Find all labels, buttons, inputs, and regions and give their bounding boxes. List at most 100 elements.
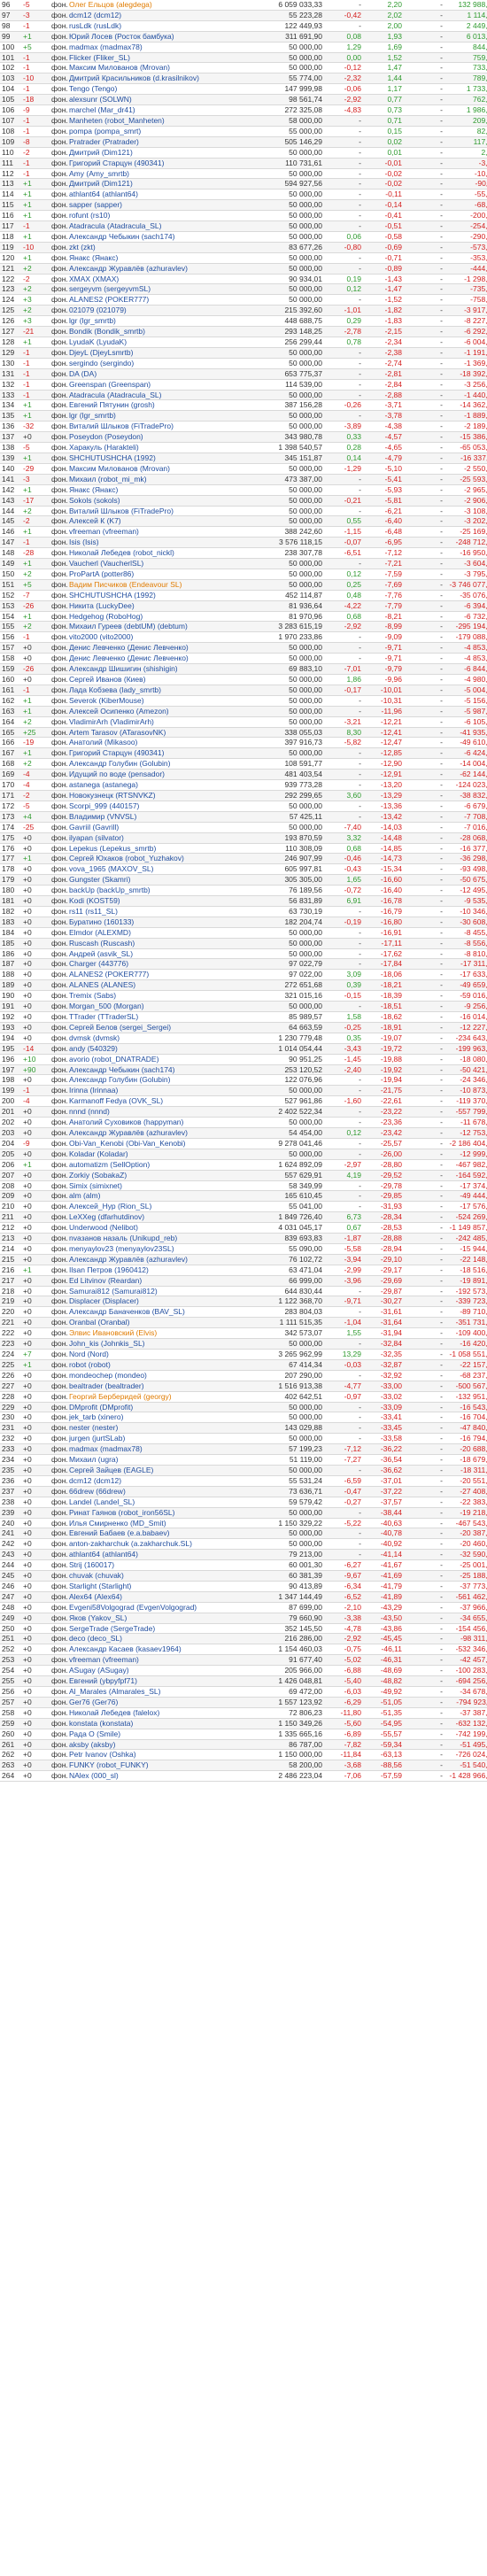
participant-name-link[interactable]: Янакс (Янакс)	[67, 484, 257, 496]
participant-name-link[interactable]: Александр Журавлёв (azhuravlev)	[67, 1254, 257, 1265]
participant-name-link[interactable]: Scorpi_999 (440157)	[67, 801, 257, 812]
participant-name-link[interactable]: Ilsan Петров (1960412)	[67, 1265, 257, 1276]
participant-name-link[interactable]: nester (nester)	[67, 1422, 257, 1435]
participant-name-link[interactable]: LeXXeg (dfarhutdinov)	[67, 1211, 257, 1224]
participant-name-link[interactable]: vito2000 (vito2000)	[67, 631, 257, 644]
participant-name-link[interactable]: Ed Litvinov (Reardan)	[67, 1275, 257, 1287]
participant-name-link[interactable]: Vaucherl (VaucherlSL)	[67, 558, 257, 569]
participant-name-link[interactable]: lgr (lgr_smrtb)	[67, 315, 257, 328]
participant-name-link[interactable]: avorio (robot_DNATRADE)	[67, 1054, 257, 1065]
participant-name-link[interactable]: vova_1965 (MAXOV_SL)	[67, 863, 257, 876]
participant-name-link[interactable]: Александр Баначенков (BAV_SL)	[67, 1306, 257, 1319]
participant-name-link[interactable]: zkt (zkt)	[67, 242, 257, 253]
participant-name-link[interactable]: VladimirArh (VladimirArh)	[67, 716, 257, 728]
participant-name-link[interactable]: Poseydon (Poseydon)	[67, 431, 257, 444]
participant-name-link[interactable]: Денис Левченко (Денис Левченко)	[67, 642, 257, 654]
participant-name-link[interactable]: Displacer (Displacer)	[67, 1296, 257, 1308]
participant-name-link[interactable]: Элвис Ивановский (Elvis)	[67, 1327, 257, 1340]
participant-name-link[interactable]: Hedgehog (RoboHog)	[67, 611, 257, 623]
participant-name-link[interactable]: Greenspan (Greenspan)	[67, 379, 257, 391]
participant-name-link[interactable]: Simix (simixnet)	[67, 1180, 257, 1192]
participant-name-link[interactable]: dcm12 (dcm12)	[67, 1475, 257, 1487]
participant-name-link[interactable]: dvmsk (dvmsk)	[67, 1033, 257, 1044]
participant-name-link[interactable]: Evgeni58Volgograd (EvgenVolgograd)	[67, 1602, 257, 1613]
participant-name-link[interactable]: Григорий Старцун (490341)	[67, 747, 257, 760]
participant-name-link[interactable]: Янакс (Янакс)	[67, 252, 257, 264]
participant-name-link[interactable]: Artem Tarasov (ATarasovNK)	[67, 727, 257, 739]
participant-name-link[interactable]: XMAX (XMAX)	[67, 274, 257, 285]
participant-name-link[interactable]: Bondik (Bondik_smrtb)	[67, 326, 257, 337]
participant-name-link[interactable]: sergeyvm (sergeyvmSL)	[67, 283, 257, 296]
participant-name-link[interactable]: Obi-Van_Kenobi (Obi-Van_Kenobi)	[67, 1138, 257, 1149]
participant-name-link[interactable]: Евгений Пятунин (grosh)	[67, 399, 257, 412]
participant-name-link[interactable]: ALANES (ALANES)	[67, 979, 257, 992]
participant-name-link[interactable]: Александр Голубин (Golubin)	[67, 1074, 257, 1087]
participant-name-link[interactable]: Сергей Юхаков (robot_Yuzhakov)	[67, 853, 257, 865]
participant-name-link[interactable]: Евгений Бабаев (e.a.babaev)	[67, 1528, 257, 1540]
participant-name-link[interactable]: Сергей Зайцев (EAGLE)	[67, 1465, 257, 1476]
participant-name-link[interactable]: Виталий Шлыков (FiTradePro)	[67, 506, 257, 517]
participant-name-link[interactable]: aksby (aksby)	[67, 1739, 257, 1751]
participant-name-link[interactable]: Андрей (asvik_SL)	[67, 948, 257, 960]
participant-name-link[interactable]: Олег Ельцов (alegdega)	[67, 0, 257, 11]
participant-name-link[interactable]: Алексей К (K7)	[67, 515, 257, 528]
participant-name-link[interactable]: Landel (Landel_SL)	[67, 1497, 257, 1508]
participant-name-link[interactable]: Kodi (KOST59)	[67, 895, 257, 907]
participant-name-link[interactable]: Яков (Yakov_SL)	[67, 1613, 257, 1624]
participant-name-link[interactable]: Алексей Осипенко (Amezon)	[67, 706, 257, 717]
participant-name-link[interactable]: Идущий по воде (pensador)	[67, 769, 257, 781]
participant-name-link[interactable]: Максим Милованов (Mrovan)	[67, 463, 257, 475]
participant-name-link[interactable]: Nord (Nord)	[67, 1349, 257, 1360]
participant-name-link[interactable]: Дмитрий Красильников (d.krasilnikov)	[67, 73, 257, 85]
participant-name-link[interactable]: Илья Смирненко (MD_Smit)	[67, 1518, 257, 1529]
participant-name-link[interactable]: Isis (Isis)	[67, 537, 257, 549]
participant-name-link[interactable]: DjeyL (DjeyLsmrtb)	[67, 347, 257, 359]
participant-name-link[interactable]: anton-zakharchuk (a.zakharchuk.SL)	[67, 1538, 257, 1551]
participant-name-link[interactable]: Charger (443776)	[67, 958, 257, 971]
participant-name-link[interactable]: dcm12 (dcm12)	[67, 10, 257, 21]
participant-name-link[interactable]: Григорий Старцун (490341)	[67, 158, 257, 169]
participant-name-link[interactable]: Анатолий (Mikasoo)	[67, 737, 257, 749]
participant-name-link[interactable]: vfreeman (vfreeman)	[67, 526, 257, 538]
participant-name-link[interactable]: Александр Касаев (kasaev1964)	[67, 1644, 257, 1656]
participant-name-link[interactable]: Михаил (ugra)	[67, 1454, 257, 1466]
participant-name-link[interactable]: Oranbal (Oranbal)	[67, 1317, 257, 1329]
participant-name-link[interactable]: jurgen (jurtSLab)	[67, 1433, 257, 1445]
participant-name-link[interactable]: sapper (sapper)	[67, 199, 257, 212]
participant-name-link[interactable]: Zorkiy (SobakaZ)	[67, 1170, 257, 1181]
participant-name-link[interactable]: LyudaK (LyudaK)	[67, 337, 257, 348]
participant-name-link[interactable]: bealtrader (bealtrader)	[67, 1381, 257, 1392]
participant-name-link[interactable]: Lepekus (Lepekus_smrtb)	[67, 843, 257, 855]
participant-name-link[interactable]: vfreeman (vfreeman)	[67, 1654, 257, 1667]
participant-name-link[interactable]: Александр Голубин (Golubin)	[67, 758, 257, 770]
participant-name-link[interactable]: Karmanoff Fedya (OVK_SL)	[67, 1095, 257, 1108]
participant-name-link[interactable]: Денис Левченко (Денис Левченко)	[67, 653, 257, 665]
participant-name-link[interactable]: John_kis (Johnkis_SL)	[67, 1338, 257, 1350]
participant-name-link[interactable]: Atadracula (Atadracula_SL)	[67, 220, 257, 232]
participant-name-link[interactable]: marchel (Mar_dr41)	[67, 104, 257, 116]
participant-name-link[interactable]: Юрий Лосев (Росток бамбука)	[67, 31, 257, 43]
participant-name-link[interactable]: Flicker (Fliker_SL)	[67, 52, 257, 64]
participant-name-link[interactable]: deco (deco_SL)	[67, 1633, 257, 1645]
participant-name-link[interactable]: Никита (LuckyDee)	[67, 600, 257, 612]
participant-name-link[interactable]: Дмитрий (Dim121)	[67, 178, 257, 190]
participant-name-link[interactable]: Вадим Писчиков (Endeavour SL)	[67, 579, 257, 591]
participant-name-link[interactable]: Александр Чебыкин (sach174)	[67, 1064, 257, 1076]
participant-name-link[interactable]: Николай Лебедев (robot_nickl)	[67, 547, 257, 560]
participant-name-link[interactable]: Евгений (ybpyfpf71)	[67, 1675, 257, 1687]
participant-name-link[interactable]: Sokols (sokols)	[67, 495, 257, 507]
participant-name-link[interactable]: Manheten (robot_Manheten)	[67, 115, 257, 127]
participant-name-link[interactable]: madmax (madmax78)	[67, 1443, 257, 1456]
participant-name-link[interactable]: Лада Кобзева (lady_smrtb)	[67, 685, 257, 696]
participant-name-link[interactable]: Новокузнецк (RTSNVKZ)	[67, 790, 257, 801]
participant-name-link[interactable]: Al_Marales (Almarales_SL)	[67, 1686, 257, 1698]
participant-name-link[interactable]: Алексей_Нур (Rion_SL)	[67, 1201, 257, 1213]
participant-name-link[interactable]: Ruscash (Ruscash)	[67, 938, 257, 949]
participant-name-link[interactable]: Samurai812 (Samurai812)	[67, 1286, 257, 1297]
participant-name-link[interactable]: alm (alm)	[67, 1190, 257, 1203]
participant-name-link[interactable]: ALANES2 (POKER777)	[67, 969, 257, 981]
participant-name-link[interactable]: Дмитрий (Dim121)	[67, 147, 257, 159]
participant-name-link[interactable]: Александр Журавлёв (azhuravlev)	[67, 263, 257, 275]
participant-name-link[interactable]: Gungster (Skamri)	[67, 874, 257, 886]
participant-name-link[interactable]: SergeTrade (SergeTrade)	[67, 1623, 257, 1635]
